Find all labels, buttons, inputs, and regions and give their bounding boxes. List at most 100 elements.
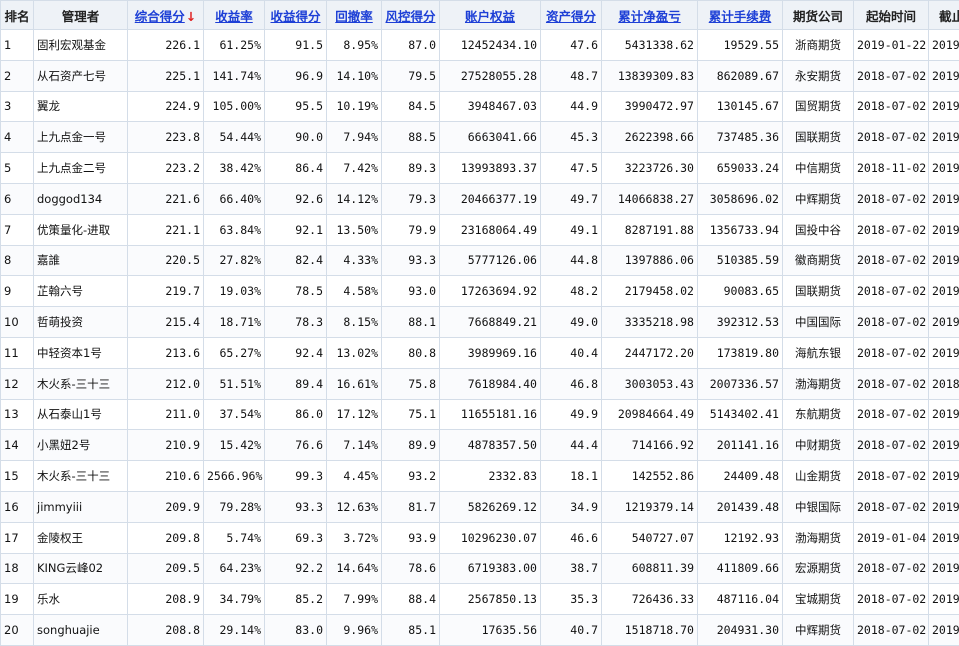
cell-drawdown: 8.95% — [327, 30, 382, 61]
cell-fees: 90083.65 — [698, 276, 783, 307]
cell-company: 国投中谷 — [783, 214, 854, 245]
cell-manager-link[interactable]: 小黑妞2号 — [34, 430, 128, 461]
cell-company: 国贸期货 — [783, 91, 854, 122]
cell-net-profit: 14066838.27 — [602, 183, 698, 214]
cell-manager-link[interactable]: KING云峰02 — [34, 553, 128, 584]
header-return-score-sort[interactable]: 收益得分 — [265, 1, 327, 30]
table-row: 15木火系-三十三210.62566.96%99.34.45%93.22332.… — [1, 461, 959, 492]
cell-score: 215.4 — [128, 307, 204, 338]
cell-end-date: 2019-04-19 — [929, 491, 959, 522]
cell-score: 225.1 — [128, 60, 204, 91]
header-fees-sort[interactable]: 累计手续费 — [698, 1, 783, 30]
cell-risk-score: 79.3 — [382, 183, 440, 214]
cell-return-rate: 5.74% — [204, 522, 265, 553]
cell-return-score: 85.2 — [265, 584, 327, 615]
cell-drawdown: 17.12% — [327, 399, 382, 430]
header-net-profit-sort[interactable]: 累计净盈亏 — [602, 1, 698, 30]
cell-manager-link[interactable]: 哲萌投资 — [34, 307, 128, 338]
cell-score: 223.8 — [128, 122, 204, 153]
cell-asset-score: 49.9 — [541, 399, 602, 430]
cell-score: 226.1 — [128, 30, 204, 61]
cell-rank: 13 — [1, 399, 34, 430]
cell-fees: 487116.04 — [698, 584, 783, 615]
cell-end-date: 2019-04-22 — [929, 276, 959, 307]
table-row: 3翼龙224.9105.00%95.510.19%84.53948467.034… — [1, 91, 959, 122]
cell-risk-score: 93.0 — [382, 276, 440, 307]
table-row: 14小黑妞2号210.915.42%76.67.14%89.94878357.5… — [1, 430, 959, 461]
cell-net-profit: 540727.07 — [602, 522, 698, 553]
cell-start-date: 2018-07-02 — [854, 430, 929, 461]
cell-drawdown: 14.64% — [327, 553, 382, 584]
cell-manager-link[interactable]: 固利宏观基金 — [34, 30, 128, 61]
cell-net-profit: 20984664.49 — [602, 399, 698, 430]
cell-rank: 12 — [1, 368, 34, 399]
cell-start-date: 2018-07-02 — [854, 615, 929, 646]
cell-fees: 204931.30 — [698, 615, 783, 646]
cell-asset-score: 47.6 — [541, 30, 602, 61]
cell-drawdown: 9.96% — [327, 615, 382, 646]
cell-equity: 2567850.13 — [440, 584, 541, 615]
cell-end-date: 2018-11-26 — [929, 368, 959, 399]
cell-company: 国联期货 — [783, 122, 854, 153]
cell-company: 中国国际 — [783, 307, 854, 338]
cell-fees: 173819.80 — [698, 337, 783, 368]
cell-asset-score: 40.7 — [541, 615, 602, 646]
cell-fees: 659033.24 — [698, 153, 783, 184]
cell-equity: 20466377.19 — [440, 183, 541, 214]
header-risk-score-sort[interactable]: 风控得分 — [382, 1, 440, 30]
cell-manager-link[interactable]: 芷翰六号 — [34, 276, 128, 307]
cell-manager-link[interactable]: 乐水 — [34, 584, 128, 615]
cell-manager-link[interactable]: 从石泰山1号 — [34, 399, 128, 430]
cell-manager-link[interactable]: 木火系-三十三 — [34, 461, 128, 492]
header-asset-score-sort[interactable]: 资产得分 — [541, 1, 602, 30]
cell-return-rate: 105.00% — [204, 91, 265, 122]
cell-rank: 17 — [1, 522, 34, 553]
cell-start-date: 2019-01-04 — [854, 522, 929, 553]
cell-manager-link[interactable]: jimmyiii — [34, 491, 128, 522]
cell-company: 东航期货 — [783, 399, 854, 430]
cell-manager-link[interactable]: 翼龙 — [34, 91, 128, 122]
cell-rank: 5 — [1, 153, 34, 184]
header-drawdown-sort[interactable]: 回撤率 — [327, 1, 382, 30]
cell-manager-link[interactable]: 上九点金二号 — [34, 153, 128, 184]
cell-manager-link[interactable]: doggod134 — [34, 183, 128, 214]
header-score-sort[interactable]: 综合得分↓ — [128, 1, 204, 30]
cell-manager-link[interactable]: 从石资产七号 — [34, 60, 128, 91]
table-row: 11中轻资本1号213.665.27%92.413.02%80.83989969… — [1, 337, 959, 368]
table-row: 9芷翰六号219.719.03%78.54.58%93.017263694.92… — [1, 276, 959, 307]
cell-fees: 411809.66 — [698, 553, 783, 584]
cell-end-date: 2019-04-22 — [929, 522, 959, 553]
cell-return-score: 78.5 — [265, 276, 327, 307]
cell-manager-link[interactable]: 优策量化-进取 — [34, 214, 128, 245]
ranking-table: 排名 管理者 综合得分↓ 收益率 收益得分 回撤率 风控得分 账户权益 资产得分… — [0, 0, 959, 646]
cell-end-date: 2019-04-22 — [929, 245, 959, 276]
cell-manager-link[interactable]: 上九点金一号 — [34, 122, 128, 153]
cell-manager-link[interactable]: 木火系-三十三 — [34, 368, 128, 399]
header-return-rate-sort[interactable]: 收益率 — [204, 1, 265, 30]
cell-drawdown: 16.61% — [327, 368, 382, 399]
cell-return-score: 83.0 — [265, 615, 327, 646]
cell-fees: 130145.67 — [698, 91, 783, 122]
cell-asset-score: 49.1 — [541, 214, 602, 245]
cell-score: 220.5 — [128, 245, 204, 276]
cell-return-score: 92.4 — [265, 337, 327, 368]
cell-return-score: 96.9 — [265, 60, 327, 91]
header-equity-sort[interactable]: 账户权益 — [440, 1, 541, 30]
table-row: 13从石泰山1号211.037.54%86.017.12%75.11165518… — [1, 399, 959, 430]
cell-manager-link[interactable]: 金陵权王 — [34, 522, 128, 553]
cell-asset-score: 34.9 — [541, 491, 602, 522]
cell-manager-link[interactable]: 嘉誰 — [34, 245, 128, 276]
cell-score: 211.0 — [128, 399, 204, 430]
cell-manager-link[interactable]: 中轻资本1号 — [34, 337, 128, 368]
cell-end-date: 2019-04-22 — [929, 461, 959, 492]
cell-company: 中辉期货 — [783, 183, 854, 214]
cell-return-score: 69.3 — [265, 522, 327, 553]
cell-end-date: 2019-04-22 — [929, 584, 959, 615]
cell-manager-link[interactable]: songhuajie — [34, 615, 128, 646]
cell-rank: 8 — [1, 245, 34, 276]
cell-asset-score: 46.6 — [541, 522, 602, 553]
cell-asset-score: 44.8 — [541, 245, 602, 276]
cell-drawdown: 4.45% — [327, 461, 382, 492]
cell-asset-score: 38.7 — [541, 553, 602, 584]
cell-rank: 18 — [1, 553, 34, 584]
